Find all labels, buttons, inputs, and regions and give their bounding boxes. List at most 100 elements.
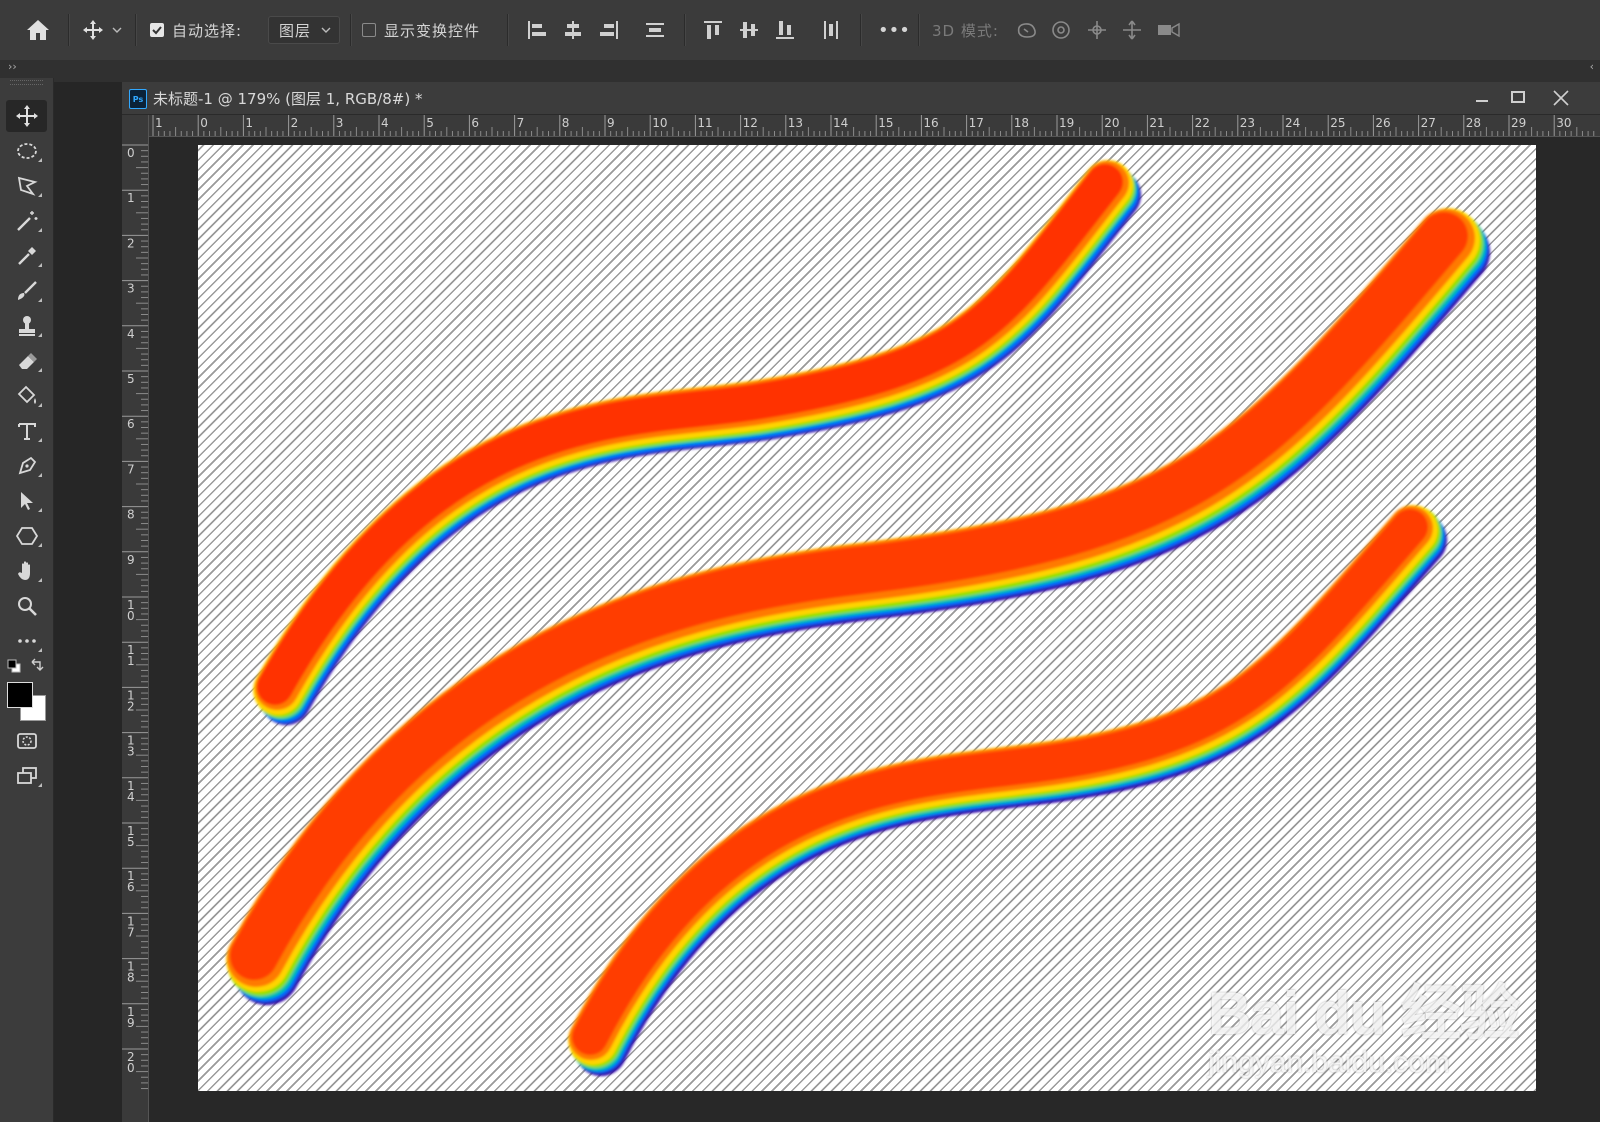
align-vcenter-button[interactable] [738, 18, 760, 42]
ruler-v-label: 8 [127, 971, 135, 985]
eraser-icon [18, 353, 37, 369]
ruler-v-label: 9 [127, 1016, 135, 1030]
quick-mask-button[interactable] [6, 725, 47, 757]
ruler-h-label: 26 [1375, 116, 1390, 130]
path-selection-tool[interactable] [6, 485, 47, 517]
document-canvas[interactable]: Bai du 经验 jingyan.baidu.com [198, 145, 1536, 1091]
ruler-v-label: 2 [127, 236, 135, 250]
ruler-h-label: 0 [200, 116, 208, 130]
slide-3d-icon [1123, 20, 1141, 40]
align-right-icon [600, 21, 618, 39]
shape-tool[interactable] [6, 520, 47, 552]
more-options-button[interactable]: ••• [878, 18, 910, 42]
eyedropper-tool[interactable] [6, 240, 47, 272]
distribute-horizontal-button[interactable] [820, 18, 842, 42]
home-button[interactable] [26, 18, 50, 42]
rotate-3d-button[interactable] [1015, 18, 1039, 42]
document-title: 未标题-1 @ 179% (图层 1, RGB/8#) * [153, 90, 423, 108]
hand-icon [17, 561, 30, 580]
close-button[interactable] [1550, 88, 1572, 108]
ruler-h-label: 30 [1556, 116, 1571, 130]
auto-select-target-dropdown[interactable]: 图层 [268, 16, 341, 44]
edit-toolbar-button[interactable] [6, 625, 47, 657]
pan-3d-button[interactable] [1086, 18, 1108, 42]
distribute-vertical-button[interactable] [644, 18, 666, 42]
paint-bucket-tool[interactable] [6, 380, 47, 412]
eyedropper-icon [17, 247, 36, 265]
type-tool[interactable] [6, 415, 47, 447]
eraser-tool[interactable] [6, 345, 47, 377]
ruler-v-label: 3 [127, 745, 135, 759]
ruler-v-label: 6 [127, 417, 135, 431]
align-horizontal-center-icon [565, 21, 581, 39]
auto-select-checkbox[interactable] [150, 23, 164, 37]
vertical-ruler[interactable]: 01234567891011121314151617181920 [122, 115, 149, 1122]
auto-select-option[interactable]: 自动选择: [150, 18, 242, 42]
ruler-v-label: 0 [127, 1061, 135, 1075]
minimize-button[interactable] [1471, 88, 1493, 108]
chevron-down-icon [321, 27, 331, 33]
show-transform-option[interactable]: 显示变换控件 [362, 18, 480, 42]
ruler-h-label: 1 [155, 116, 163, 130]
distribute-vertical-icon [646, 23, 664, 37]
maximize-button[interactable] [1507, 88, 1529, 108]
ruler-v-label: 1 [127, 191, 135, 205]
move-icon [15, 105, 38, 127]
ruler-h-label: 8 [562, 116, 570, 130]
rainbow-stroke-middle [226, 208, 1490, 1005]
marquee-tool[interactable] [6, 135, 47, 167]
toolbar-grip[interactable] [10, 80, 43, 85]
document-tab[interactable]: Ps 未标题-1 @ 179% (图层 1, RGB/8#) * [122, 82, 1600, 115]
polygonal-lasso-icon [17, 176, 38, 196]
ruler-h-label: 19 [1059, 116, 1074, 130]
brush-tool[interactable] [6, 275, 47, 307]
rotate-3d-icon [1017, 23, 1036, 38]
ruler-h-label: 28 [1466, 116, 1481, 130]
show-transform-checkbox[interactable] [362, 23, 376, 37]
ruler-h-label: 11 [697, 116, 712, 130]
move-tool-preset[interactable] [82, 18, 122, 42]
horizontal-ruler[interactable]: 1 0 1 2 3 4 5 6 7 8 9 10 11 12 13 14 15 16 17 18 19 20 21 22 23 2… [148, 115, 1600, 137]
align-left-button[interactable] [526, 18, 548, 42]
mode-3d-label-wrap: 3D 模式: [932, 18, 999, 42]
ruler-h-label: 3 [336, 116, 344, 130]
ruler-h-label: 9 [607, 116, 615, 130]
magnifier-icon [17, 597, 37, 616]
auto-select-label: 自动选择: [172, 21, 243, 40]
ruler-v-label: 0 [127, 146, 135, 160]
maximize-icon [1511, 91, 1525, 103]
ruler-h-label: 25 [1330, 116, 1345, 130]
magic-wand-tool[interactable] [6, 205, 47, 237]
ruler-h-label: 20 [1104, 116, 1119, 130]
align-top-button[interactable] [702, 18, 724, 42]
slide-3d-button[interactable] [1121, 18, 1143, 42]
video-camera-icon [1158, 22, 1180, 38]
align-hcenter-button[interactable] [562, 18, 584, 42]
ruler-h-label: 4 [381, 116, 389, 130]
pen-tool[interactable] [6, 450, 47, 482]
quick-mask-icon [16, 733, 37, 749]
align-bottom-button[interactable] [774, 18, 796, 42]
ruler-h-label: 1 [245, 116, 253, 130]
scale-3d-button[interactable] [1156, 18, 1182, 42]
lasso-tool[interactable] [6, 170, 47, 202]
zoom-tool[interactable] [6, 590, 47, 622]
hand-tool[interactable] [6, 555, 47, 587]
swap-colors-button[interactable] [30, 657, 44, 671]
move-tool[interactable] [6, 100, 47, 132]
ruler-h-label: 15 [878, 116, 893, 130]
foreground-color-swatch[interactable] [7, 682, 33, 708]
magic-wand-icon [16, 211, 37, 231]
ruler-v-label: 4 [127, 327, 135, 341]
ruler-h-label: 5 [426, 116, 434, 130]
ps-badge-text: Ps [132, 94, 144, 104]
screen-mode-button[interactable] [6, 760, 47, 792]
roll-3d-button[interactable] [1050, 18, 1072, 42]
ruler-h-label: 7 [517, 116, 525, 130]
clone-stamp-tool[interactable] [6, 310, 47, 342]
expand-panel-icon[interactable]: ‹ [1590, 60, 1594, 73]
default-colors-button[interactable] [7, 658, 21, 673]
align-right-button[interactable] [598, 18, 620, 42]
collapse-panel-icon[interactable]: ›› [8, 60, 17, 73]
ruler-v-label: 9 [127, 553, 135, 567]
